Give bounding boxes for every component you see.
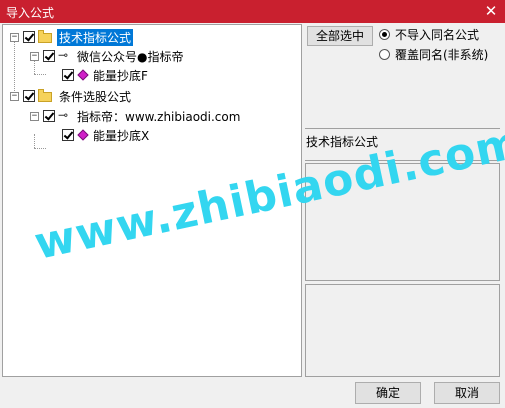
folder-icon [38, 30, 52, 43]
ok-button[interactable]: 确定 [355, 382, 421, 404]
tree-node-formula-f[interactable]: 能量抄底F [3, 66, 203, 84]
select-all-button[interactable]: 全部选中 [307, 26, 373, 46]
tree-checkbox[interactable] [62, 129, 74, 141]
collapse-toggle[interactable]: − [10, 92, 19, 101]
tree-node-label: 能量抄底X [93, 129, 150, 143]
tree-node-formula-x[interactable]: 能量抄底X [3, 126, 203, 144]
tree-node-label: 指标帝：www.zhibiaodi.com [77, 110, 241, 124]
key-icon: ⊸ [58, 108, 69, 122]
tree-checkbox[interactable] [23, 31, 35, 43]
close-icon[interactable]: ✕ [483, 3, 499, 19]
tree-node-label: 条件选股公式 [59, 90, 132, 104]
window-title: 导入公式 [6, 6, 55, 20]
key-icon: ⊸ [58, 48, 69, 62]
skip-duplicates-label[interactable]: 不导入同名公式 [395, 26, 479, 43]
tree-checkbox[interactable] [62, 69, 74, 81]
tree-node-screening-formulas[interactable]: − 条件选股公式 [3, 87, 163, 105]
tree-node-screening-author[interactable]: − ⊸ 指标帝：www.zhibiaodi.com [3, 107, 273, 125]
overwrite-duplicates-radio[interactable] [379, 49, 390, 60]
tree-node-indicator-formulas[interactable]: − 技术指标公式 [3, 28, 163, 46]
tree-connector [34, 148, 46, 149]
overwrite-duplicates-label[interactable]: 覆盖同名(非系统) [395, 46, 488, 63]
folder-icon [38, 89, 52, 102]
tree-node-label: 能量抄底F [93, 69, 148, 83]
collapse-toggle[interactable]: − [30, 52, 39, 61]
cancel-button[interactable]: 取消 [434, 382, 500, 404]
detail-params-box [305, 284, 500, 377]
detail-header: 技术指标公式 [306, 135, 379, 149]
tree-node-label: 微信公众号●指标帝 [77, 50, 184, 64]
formula-icon [77, 129, 89, 141]
skip-duplicates-radio[interactable] [379, 29, 390, 40]
tree-checkbox[interactable] [43, 50, 55, 62]
options-panel: 全部选中 不导入同名公式 覆盖同名(非系统) 技术指标公式 [305, 24, 502, 377]
collapse-toggle[interactable]: − [30, 112, 39, 121]
formula-tree: − 技术指标公式 − ⊸ 微信公众号●指标帝 能量抄底F − 条件选股公式 − … [2, 24, 302, 377]
formula-icon [77, 69, 89, 81]
tree-node-indicator-author[interactable]: − ⊸ 微信公众号●指标帝 [3, 47, 233, 65]
collapse-toggle[interactable]: − [10, 33, 19, 42]
tree-checkbox[interactable] [23, 90, 35, 102]
tree-node-label: 技术指标公式 [57, 29, 134, 46]
detail-header-box: 技术指标公式 [305, 128, 500, 161]
detail-description-box [305, 163, 500, 281]
title-bar: 导入公式 ✕ [0, 0, 505, 23]
tree-checkbox[interactable] [43, 110, 55, 122]
